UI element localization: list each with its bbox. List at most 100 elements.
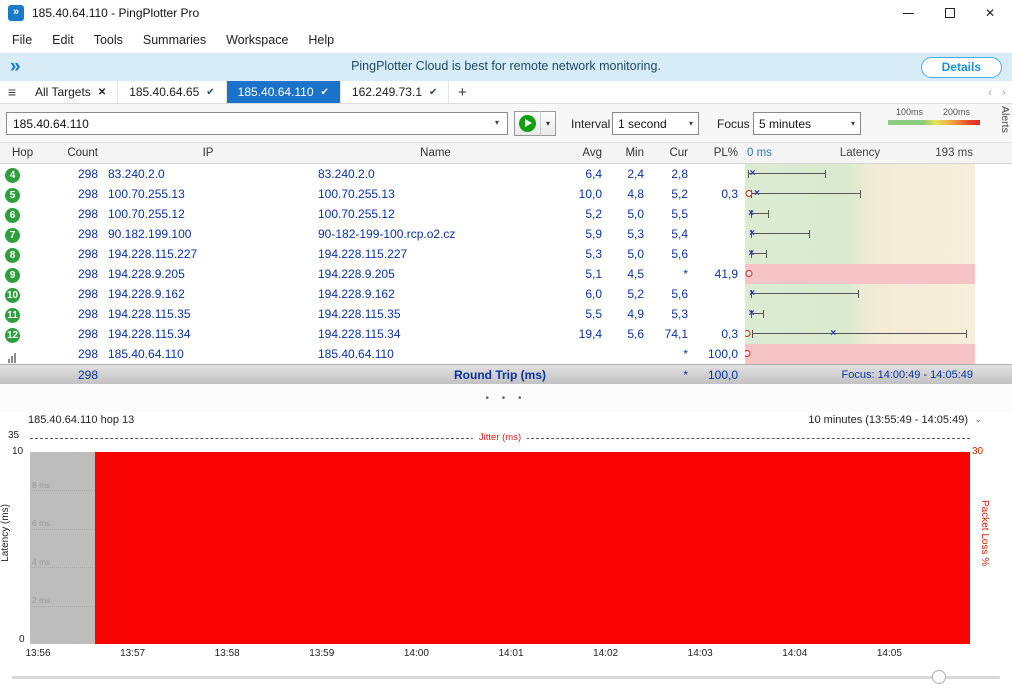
gridline-label: 4 ms (32, 557, 50, 567)
time-axis: 13:5613:5713:5813:5914:0014:0114:0214:03… (0, 648, 1012, 660)
table-row[interactable]: 10 298 194.228.9.162 194.228.9.162 6,0 5… (0, 284, 1012, 304)
menu-tools[interactable]: Tools (84, 26, 133, 53)
pingplotter-window: » 185.40.64.110 - PingPlotter Pro ✕ File… (0, 0, 1012, 692)
table-row[interactable]: 7 298 90.182.199.100 90-182-199-100.rcp.… (0, 224, 1012, 244)
tab-all-targets[interactable]: All Targets✕ (24, 81, 118, 103)
latency-axis-10: 10 (12, 446, 23, 457)
avg-cell (556, 344, 602, 364)
close-button[interactable]: ✕ (970, 0, 1010, 26)
target-dropdown-icon[interactable]: ▾ (495, 118, 499, 127)
pingplotter-logo-icon: » (8, 5, 24, 21)
pl-cell (688, 204, 738, 224)
table-row[interactable]: 8 298 194.228.115.227 194.228.115.227 5,… (0, 244, 1012, 264)
maximize-button[interactable] (930, 0, 970, 26)
hop-badge: 7 (5, 228, 20, 243)
avg-x-marker: × (754, 184, 760, 204)
add-target-tab-button[interactable]: + (449, 81, 475, 103)
count-cell: 298 (40, 324, 98, 344)
ip-cell: 90.182.199.100 (108, 224, 308, 244)
x-axis-tick: 14:05 (877, 648, 902, 659)
menu-help[interactable]: Help (298, 26, 344, 53)
header-name: Name (318, 143, 553, 164)
hop-badge: 4 (5, 168, 20, 183)
table-row[interactable]: 11 298 194.228.115.35 194.228.115.35 5,5… (0, 304, 1012, 324)
tab-162-249-73-1[interactable]: 162.249.73.1✔ (341, 81, 449, 103)
minimize-button[interactable] (888, 0, 928, 26)
packet-loss-marker (745, 330, 751, 337)
x-axis-tick: 14:00 (404, 648, 429, 659)
hop-badge: 11 (5, 308, 20, 323)
menu-file[interactable]: File (2, 26, 42, 53)
tab-close-icon[interactable]: ✕ (98, 87, 106, 98)
legend-100ms-label: 100ms (896, 107, 923, 117)
header-cur: Cur (644, 143, 688, 164)
focus-range-label: Focus: 14:00:49 - 14:05:49 (745, 365, 973, 385)
pl-cell: 100,0 (688, 344, 738, 364)
chevron-down-icon[interactable]: ⌄ (974, 414, 982, 425)
chevron-right-icon[interactable]: › (1002, 85, 1006, 99)
count-cell: 298 (40, 264, 98, 284)
pane-splitter[interactable]: • • • (0, 384, 1012, 412)
window-title: 185.40.64.110 - PingPlotter Pro (32, 6, 199, 20)
hop-badge: 12 (5, 328, 20, 343)
ip-cell: 194.228.115.34 (108, 324, 308, 344)
round-trip-row[interactable]: 298 Round Trip (ms) * 100,0 Focus: 14:00… (0, 364, 1012, 384)
latency-graph-cell: × (745, 164, 975, 184)
pl-cell: 0,3 (688, 324, 738, 344)
scrollbar-track[interactable] (12, 676, 1000, 679)
tab-185-40-64-110[interactable]: 185.40.64.110✔ (227, 81, 341, 103)
min-cell: 4,5 (602, 264, 644, 284)
jitter-axis-label: Jitter (ms) (473, 432, 527, 443)
avg-cell: 5,1 (556, 264, 602, 284)
roundtrip-cur: * (644, 365, 688, 385)
menu-summaries[interactable]: Summaries (133, 26, 216, 53)
table-row[interactable]: 6 298 100.70.255.12 100.70.255.12 5,2 5,… (0, 204, 1012, 224)
x-axis-tick: 13:59 (309, 648, 334, 659)
trace-toolbar: ▾ ▾ Interval 1 second ▾ Focus 5 minutes … (0, 104, 1012, 143)
name-cell: 194.228.9.162 (318, 284, 553, 304)
cur-cell: 5,4 (644, 224, 688, 244)
target-address-input[interactable] (6, 112, 508, 135)
gridline (30, 606, 95, 607)
scrollbar-thumb[interactable] (932, 670, 946, 684)
min-cell: 5,0 (602, 204, 644, 224)
focus-select[interactable]: 5 minutes ▾ (753, 112, 861, 135)
x-axis-tick: 14:01 (498, 648, 523, 659)
table-row[interactable]: 12 298 194.228.115.34 194.228.115.34 19,… (0, 324, 1012, 344)
table-row[interactable]: 4 298 83.240.2.0 83.240.2.0 6,4 2,4 2,8 … (0, 164, 1012, 184)
latency-graph-cell: × (745, 324, 975, 344)
packet-loss-marker (745, 190, 752, 197)
trace-options-dropdown[interactable]: ▾ (540, 111, 556, 136)
count-cell: 298 (40, 344, 98, 364)
chevron-left-icon[interactable]: ‹ (988, 85, 992, 99)
timeline-range-selector[interactable]: 10 minutes (13:55:49 - 14:05:49) (808, 414, 968, 426)
packet-loss-marker (745, 270, 752, 277)
trace-table-header: Hop Count IP Name Avg Min Cur PL% 0 ms L… (0, 143, 1012, 164)
table-row[interactable]: 298 185.40.64.110 185.40.64.110 * 100,0 (0, 344, 1012, 364)
tabs: All Targets✕185.40.64.65✔185.40.64.110✔1… (24, 81, 449, 103)
latency-graph-cell: × (745, 284, 975, 304)
pl-cell (688, 224, 738, 244)
pl-cell (688, 304, 738, 324)
latency-color-legend: 100ms 200ms (888, 107, 980, 133)
gridline (30, 529, 95, 530)
menu-edit[interactable]: Edit (42, 26, 84, 53)
interval-select[interactable]: 1 second ▾ (612, 112, 699, 135)
table-row[interactable]: 9 298 194.228.9.205 194.228.9.205 5,1 4,… (0, 264, 1012, 284)
hamburger-icon[interactable]: ≡ (0, 81, 24, 103)
count-cell: 298 (40, 284, 98, 304)
gridline-label: 8 ms (32, 480, 50, 490)
menu-workspace[interactable]: Workspace (216, 26, 298, 53)
table-row[interactable]: 5 298 100.70.255.13 100.70.255.13 10,0 4… (0, 184, 1012, 204)
start-trace-button[interactable] (514, 111, 541, 136)
avg-x-marker: × (749, 224, 755, 244)
details-button[interactable]: Details (921, 57, 1002, 78)
latency-graph-cell: × (745, 304, 975, 324)
hop-badge: 6 (5, 208, 20, 223)
cur-cell: * (644, 264, 688, 284)
avg-x-marker: × (750, 164, 756, 184)
ip-cell: 194.228.115.35 (108, 304, 308, 324)
min-cell: 5,3 (602, 224, 644, 244)
latency-graph-cell: × (745, 244, 975, 264)
tab-185-40-64-65[interactable]: 185.40.64.65✔ (118, 81, 226, 103)
